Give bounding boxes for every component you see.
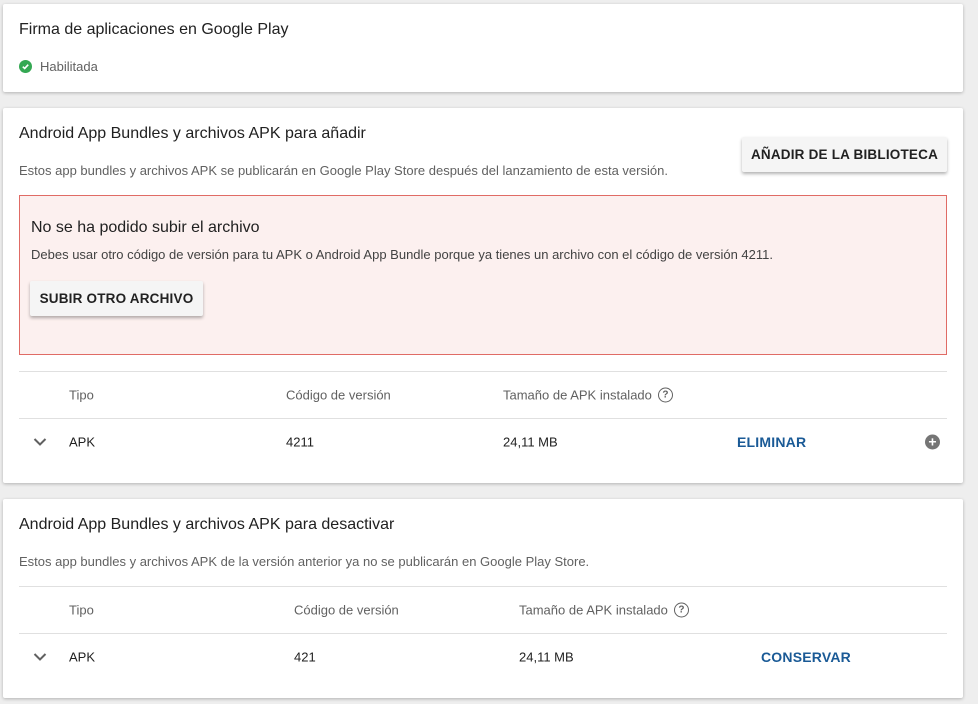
column-header-version-code: Código de versión [294, 602, 399, 618]
column-header-type: Tipo [69, 602, 94, 618]
check-circle-icon [19, 60, 32, 73]
column-header-apk-size: Tamaño de APK instalado ? [503, 387, 673, 403]
bundles-to-deactivate-table: Tipo Código de versión Tamaño de APK ins… [19, 586, 947, 680]
table-header: Tipo Código de versión Tamaño de APK ins… [19, 371, 947, 419]
cell-apk-size: 24,11 MB [519, 649, 574, 665]
cell-version-code: 4211 [286, 434, 314, 450]
bundles-to-deactivate-title: Android App Bundles y archivos APK para … [19, 516, 395, 533]
apk-size-header-label: Tamaño de APK instalado [503, 387, 652, 403]
apk-size-header-label: Tamaño de APK instalado [519, 602, 668, 618]
table-header: Tipo Código de versión Tamaño de APK ins… [19, 586, 947, 634]
bundles-to-add-description: Estos app bundles y archivos APK se publ… [19, 163, 668, 178]
bundles-to-add-table: Tipo Código de versión Tamaño de APK ins… [19, 371, 947, 465]
help-circle-icon[interactable]: ? [657, 387, 673, 403]
cell-version-code: 421 [294, 649, 316, 665]
help-circle-icon[interactable]: ? [673, 602, 689, 618]
cell-type: APK [69, 434, 96, 450]
upload-error-box: No se ha podido subir el archivo Debes u… [19, 195, 947, 355]
app-signing-status: Habilitada [19, 59, 98, 74]
upload-another-file-button[interactable]: SUBIR OTRO ARCHIVO [30, 281, 203, 316]
status-text: Habilitada [40, 59, 98, 74]
bundles-to-add-title: Android App Bundles y archivos APK para … [19, 125, 366, 142]
bundles-to-deactivate-card: Android App Bundles y archivos APK para … [3, 499, 963, 698]
app-signing-card: Firma de aplicaciones en Google Play Hab… [3, 4, 963, 92]
cell-type: APK [69, 649, 96, 665]
remove-button[interactable]: ELIMINAR [737, 434, 806, 450]
table-row: APK 4211 24,11 MB ELIMINAR + [19, 419, 947, 465]
cell-apk-size: 24,11 MB [503, 434, 558, 450]
bundles-to-deactivate-description: Estos app bundles y archivos APK de la v… [19, 554, 590, 569]
error-message: Debes usar otro código de versión para t… [31, 247, 773, 262]
keep-button[interactable]: CONSERVAR [761, 649, 851, 665]
chevron-down-icon[interactable] [33, 652, 47, 662]
app-signing-title: Firma de aplicaciones en Google Play [19, 21, 289, 38]
bundles-to-add-card: Android App Bundles y archivos APK para … [3, 108, 963, 483]
column-header-apk-size: Tamaño de APK instalado ? [519, 602, 689, 618]
column-header-version-code: Código de versión [286, 387, 391, 403]
add-from-library-button[interactable]: AÑADIR DE LA BIBLIOTECA [742, 137, 947, 172]
column-header-type: Tipo [69, 387, 94, 403]
chevron-down-icon[interactable] [33, 437, 47, 447]
error-title: No se ha podido subir el archivo [31, 219, 260, 236]
add-circle-icon[interactable]: + [925, 434, 940, 450]
table-row: APK 421 24,11 MB CONSERVAR [19, 634, 947, 680]
